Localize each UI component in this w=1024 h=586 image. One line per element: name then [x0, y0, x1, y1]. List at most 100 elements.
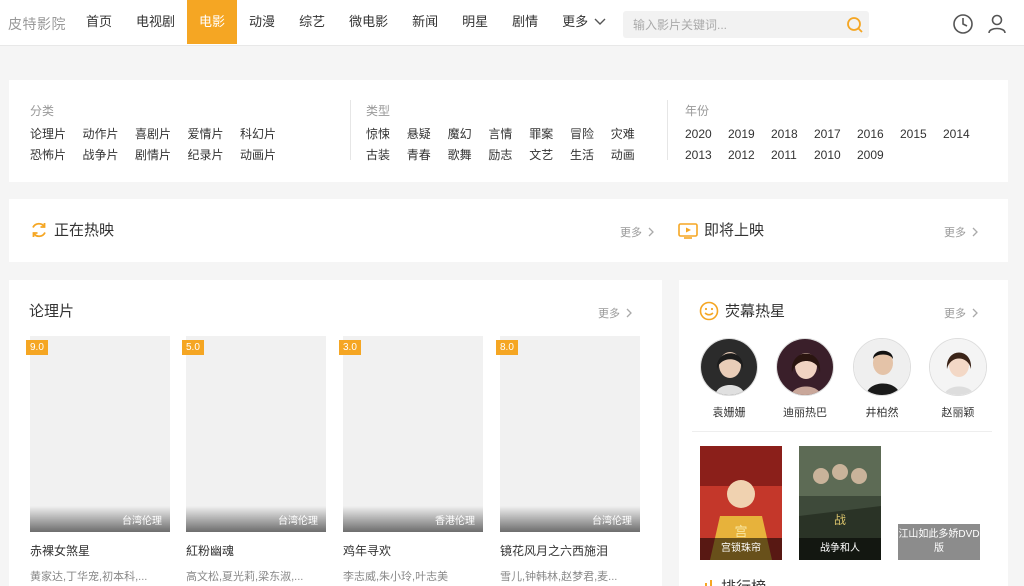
mini-poster[interactable]: 宫 宫锁珠帘	[700, 446, 782, 560]
movie-card[interactable]: 5.0 台湾伦理 紅粉幽魂 高文松,夏光莉,梁东淑,...	[182, 336, 326, 584]
avatar[interactable]	[929, 338, 987, 396]
movie-card[interactable]: 9.0 台湾伦理 赤裸女煞星 黄家达,丁华宠,初本科,...	[26, 336, 170, 584]
chevron-right-icon	[626, 308, 632, 318]
year-filter-item[interactable]: 2020	[685, 124, 728, 145]
year-filter-item[interactable]: 2011	[771, 145, 814, 166]
nav-more[interactable]: 更多	[550, 0, 618, 44]
coming-soon-more[interactable]: 更多	[944, 224, 978, 240]
genre-filter-item[interactable]: 冒险	[570, 124, 611, 145]
movie-title[interactable]: 鸡年寻欢	[343, 542, 483, 559]
movie-card[interactable]: 3.0 香港伦理 鸡年寻欢 李志威,朱小玲,叶志美	[339, 336, 483, 584]
nav-news[interactable]: 新闻	[400, 0, 450, 44]
nav-tv[interactable]: 电视剧	[124, 0, 187, 44]
nav-movie[interactable]: 电影	[187, 0, 238, 44]
year-filter-item[interactable]: 2013	[685, 145, 728, 166]
year-filter-item[interactable]: 2012	[728, 145, 771, 166]
mini-poster[interactable]: 战 战争和人	[799, 446, 881, 560]
movie-cast: 高文松,夏光莉,梁东淑,...	[186, 571, 304, 583]
year-filter-item[interactable]: 2015	[900, 124, 943, 145]
genre-tag: 台湾伦理	[278, 516, 318, 527]
category-filter-item[interactable]: 爱情片	[188, 124, 241, 145]
star-name[interactable]: 袁姗姗	[694, 404, 764, 420]
category-filter: 分类 论理片 动作片 喜剧片 爱情片 科幻片恐怖片 战争片 剧情片 纪录片 动画片	[30, 102, 340, 166]
category-filter-item[interactable]: 动作片	[83, 124, 136, 145]
section-title: 论理片	[29, 303, 75, 320]
now-showing-heading[interactable]: 正在热映	[30, 219, 114, 240]
genre-filter-item[interactable]: 文艺	[529, 145, 570, 166]
movie-title[interactable]: 赤裸女煞星	[30, 542, 170, 559]
genre-filter-item[interactable]: 生活	[570, 145, 611, 166]
category-filter-item[interactable]: 恐怖片	[30, 145, 83, 166]
site-logo[interactable]: 皮特影院	[8, 14, 66, 34]
category-filter-item[interactable]: 论理片	[30, 124, 83, 145]
star-name[interactable]: 赵丽颖	[923, 404, 993, 420]
year-filter-item[interactable]: 2017	[814, 124, 857, 145]
star-card[interactable]: 迪丽热巴	[770, 338, 840, 420]
star-card[interactable]: 袁姗姗	[694, 338, 764, 420]
movie-title[interactable]: 紅粉幽魂	[186, 542, 326, 559]
year-filter-item[interactable]: 2009	[857, 145, 900, 166]
stars-more[interactable]: 更多	[944, 305, 978, 321]
year-filter-item[interactable]: 2018	[771, 124, 814, 145]
star-card[interactable]: 井柏然	[847, 338, 917, 420]
avatar[interactable]	[776, 338, 834, 396]
genre-filter-item[interactable]: 灾难	[611, 124, 652, 145]
category-filter-item[interactable]: 动画片	[240, 145, 293, 166]
mini-poster-caption: 战争和人	[799, 538, 881, 560]
category-filter-item[interactable]: 战争片	[83, 145, 136, 166]
year-filter-item[interactable]: 2010	[814, 145, 857, 166]
genre-filter-item[interactable]: 动画	[611, 145, 652, 166]
refresh-icon	[32, 222, 46, 237]
category-filter-item[interactable]: 纪录片	[188, 145, 241, 166]
svg-text:战: 战	[834, 513, 846, 527]
movie-poster[interactable]: 8.0 台湾伦理	[496, 336, 640, 532]
mini-poster[interactable]: 江山如此多娇DVD版	[898, 446, 980, 560]
more-label: 更多	[620, 227, 642, 239]
star-name[interactable]: 井柏然	[847, 404, 917, 420]
genre-filter-item[interactable]: 古装	[366, 145, 407, 166]
genre-filter-item[interactable]: 罪案	[529, 124, 570, 145]
genre-filter-item[interactable]: 惊悚	[366, 124, 407, 145]
ethics-movie-section: 论理片 更多 9.0 台湾伦理 赤裸女煞星 黄家达,丁华宠,初本科,... 5.…	[9, 280, 662, 586]
year-filter-item[interactable]: 2016	[857, 124, 900, 145]
avatar[interactable]	[853, 338, 911, 396]
nav-variety[interactable]: 综艺	[287, 0, 337, 44]
nav-anime[interactable]: 动漫	[237, 0, 287, 44]
genre-filter-item[interactable]: 歌舞	[448, 145, 489, 166]
genre-filter-item[interactable]: 青春	[407, 145, 448, 166]
genre-filter-item[interactable]: 励志	[488, 145, 529, 166]
genre-filter-item[interactable]: 言情	[488, 124, 529, 145]
star-card[interactable]: 赵丽颖	[923, 338, 993, 420]
now-showing-more[interactable]: 更多	[620, 224, 654, 240]
movie-poster[interactable]: 3.0 香港伦理	[339, 336, 483, 532]
movie-title[interactable]: 镜花风月之六西施泪	[500, 542, 640, 559]
movie-card[interactable]: 8.0 台湾伦理 镜花风月之六西施泪 雪儿,钟韩林,赵梦君,麦...	[496, 336, 640, 584]
genre-filter-item[interactable]: 悬疑	[407, 124, 448, 145]
genre-filter-item[interactable]: 魔幻	[448, 124, 489, 145]
nav-celebrity[interactable]: 明星	[450, 0, 500, 44]
category-filter-item[interactable]: 喜剧片	[135, 124, 188, 145]
hot-stars-panel: 荧幕热星 更多 袁姗姗 迪丽热巴 井柏然 赵丽颖 宫 宫锁珠帘 战 战争和人 江…	[679, 280, 1008, 586]
more-label: 更多	[944, 308, 966, 320]
year-filter-item[interactable]: 2014	[943, 124, 986, 145]
star-name[interactable]: 迪丽热巴	[770, 404, 840, 420]
category-filter-item[interactable]: 剧情片	[135, 145, 188, 166]
search-input[interactable]	[623, 11, 841, 38]
movie-cast: 李志威,朱小玲,叶志美	[343, 571, 449, 583]
history-clock-icon[interactable]	[952, 13, 974, 35]
search-icon[interactable]	[845, 15, 865, 35]
user-icon[interactable]	[986, 13, 1008, 35]
section-more[interactable]: 更多	[598, 305, 632, 321]
year-filter-item[interactable]: 2019	[728, 124, 771, 145]
category-title: 分类	[30, 104, 55, 118]
avatar[interactable]	[700, 338, 758, 396]
ranking-heading: 排行榜	[699, 576, 766, 586]
movie-poster[interactable]: 5.0 台湾伦理	[182, 336, 326, 532]
hot-bar: 正在热映 更多 即将上映 更多	[9, 199, 1008, 262]
movie-poster[interactable]: 9.0 台湾伦理	[26, 336, 170, 532]
nav-home[interactable]: 首页	[74, 0, 124, 44]
coming-soon-heading[interactable]: 即将上映	[678, 219, 764, 240]
nav-micro-film[interactable]: 微电影	[337, 0, 400, 44]
category-filter-item[interactable]: 科幻片	[240, 124, 293, 145]
nav-drama[interactable]: 剧情	[500, 0, 550, 44]
